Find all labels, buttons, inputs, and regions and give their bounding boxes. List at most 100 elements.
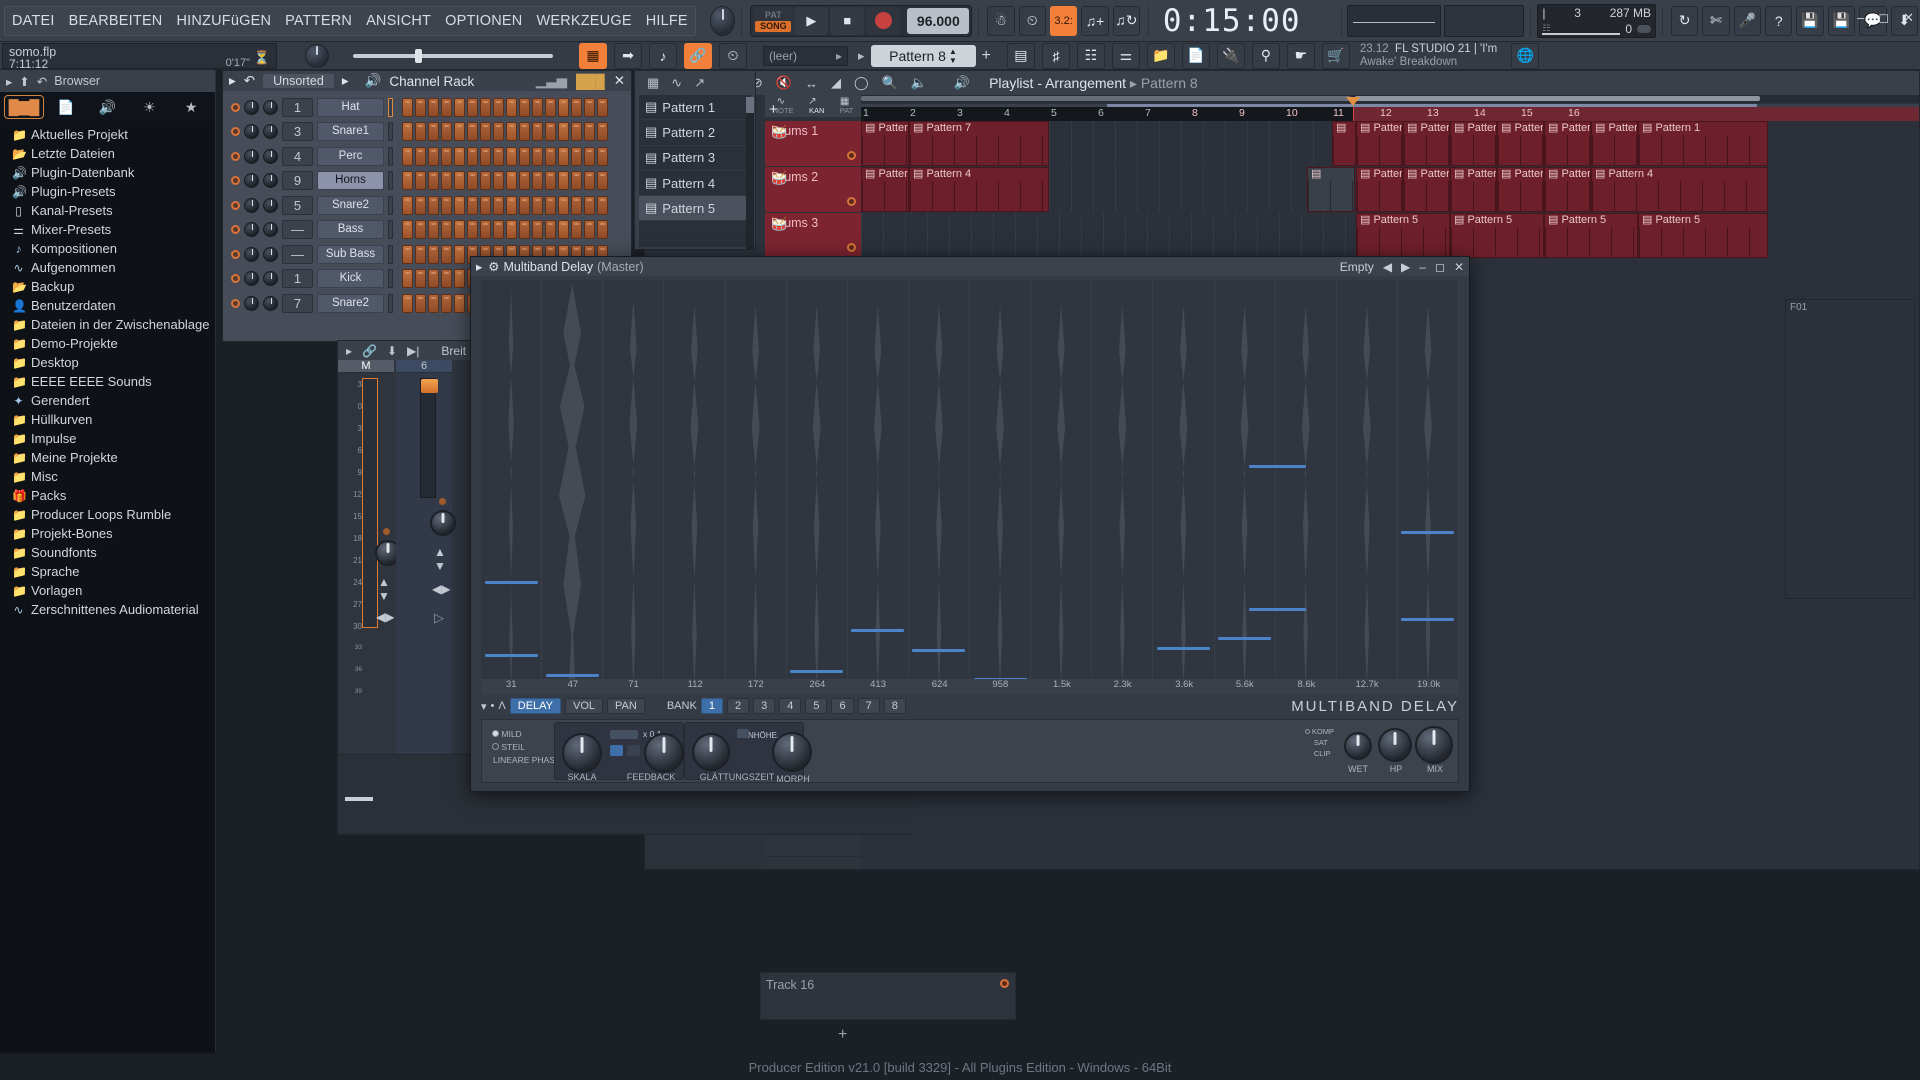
menu-items[interactable]: DATEI BEARBEITEN HINZUFüGEN PATTERN ANSI… [4,5,696,36]
volume-knob[interactable] [263,197,278,213]
mixer-strip-6-stereo-icon[interactable]: ▲ ▼ [434,545,446,573]
browser-item-19[interactable]: 🎁 Packs [0,486,215,505]
pattern-item-4[interactable]: ▤ Pattern 4 [639,171,751,197]
clip-row2-a[interactable]: ▤ Pattern 4 [861,167,909,212]
channel-slot[interactable] [388,97,393,117]
shop-button[interactable]: 🛒 [1321,42,1350,69]
channel-mixer-number[interactable]: 7 [282,293,313,313]
band-col-4[interactable] [664,280,726,695]
plugin-picker-button[interactable]: 🔌 [1216,42,1245,69]
channel-row-hat[interactable]: 1 Hat [223,95,631,120]
browser-item-24[interactable]: 📁 Vorlagen [0,581,215,600]
slip-icon[interactable]: ↔ [805,76,818,91]
empty-preset-select[interactable]: (leer) ▸ [763,45,848,66]
export-icon[interactable]: ⬇ [387,344,397,358]
slice-icon[interactable]: ◢ [831,75,841,91]
glaettungszeit-knob[interactable] [692,733,730,771]
graph-editor-icon[interactable]: ▁▃▅ [536,73,567,89]
band-level-13[interactable] [1218,636,1272,640]
sort-select[interactable]: Unsorted [263,74,334,88]
undo-button[interactable]: ↻ [1670,5,1699,36]
close-icon[interactable]: ✕ [1454,260,1464,274]
menu-pattern[interactable]: PATTERN [278,7,359,35]
mix-knob[interactable] [1415,726,1453,764]
channel-mixer-number[interactable]: — [282,244,313,264]
browser-item-23[interactable]: 📁 Sprache [0,562,215,581]
mixer-strip-master-name[interactable]: M [338,360,394,373]
mixer-strip-6-route-icon[interactable]: ▷ [434,610,444,626]
band-col-14[interactable] [1249,280,1337,695]
track-drums-3[interactable]: Drums 3 🥁 [765,213,861,259]
channel-enable-led[interactable] [231,225,240,235]
clip-row1-f[interactable]: ▤ Pattern 1 [1450,121,1497,166]
volume-knob[interactable] [263,148,278,164]
band-level-14b[interactable] [1249,607,1306,611]
dot-icon[interactable]: • [491,700,495,712]
track-record-led[interactable] [847,151,856,160]
mixer-strip-6-pan-icon[interactable]: ◀▶ [432,582,450,596]
band-col-11[interactable] [1092,280,1154,695]
mixer-width-label[interactable]: Breit [441,344,466,358]
pan-knob[interactable] [244,197,259,213]
volume-knob[interactable] [263,271,278,287]
browser-item-15[interactable]: 📁 Hüllkurven [0,410,215,429]
clip-row2-d[interactable]: ▤ Pattern 4 [1356,167,1403,212]
pattern-list[interactable]: ▤ Pattern 1 ▤ Pattern 2 ▤ Pattern 3 ▤ Patter… [639,95,751,247]
bank-5[interactable]: 5 [805,698,828,714]
clip-row1-h[interactable]: ▤ Pattern 1 [1544,121,1591,166]
typing-keyboard-button[interactable]: ♫+ [1081,5,1109,36]
browser-button[interactable]: 📁 [1146,42,1175,69]
clip-row2-b[interactable]: ▤ Pattern 4 [909,167,1049,212]
mute-icon[interactable]: 🔇 [776,75,792,91]
channel-name-hat[interactable]: Hat [317,97,384,117]
feedback-knob[interactable] [644,733,684,773]
automation-icon[interactable]: ↗ [694,75,705,91]
stop-button[interactable]: ■ [830,6,865,35]
clip-row2-g[interactable]: ▤ Pattern 4 [1497,167,1544,212]
chevron-right-icon[interactable]: ▸ [229,73,236,89]
filter-mode-steil[interactable]: STEIL [492,741,561,754]
empty-measures-row3[interactable] [861,213,1355,258]
band-col-7[interactable] [848,280,909,695]
volume-knob[interactable] [263,99,278,115]
bank-6[interactable]: 6 [831,698,854,714]
pattern-song-toggle[interactable]: PAT SONG [753,6,794,35]
browser-tab-plugin[interactable]: 🔊 [88,95,128,119]
record-button[interactable] [866,6,901,35]
browser-item-8[interactable]: 📂 Backup [0,277,215,296]
menu-hilfe[interactable]: HILFE [639,7,695,35]
pattern-selector[interactable]: Pattern 8 ▲ ▼ [870,44,976,67]
browser-item-2[interactable]: 🔊 Plugin-Datenbank [0,163,215,182]
play-button[interactable]: ▶ [794,6,829,35]
step-sequence-bass[interactable] [402,220,608,240]
browser-item-6[interactable]: ♪ Kompositionen [0,239,215,258]
channel-name-snare2b[interactable]: Snare2 [317,293,384,313]
band-col-2[interactable] [542,280,604,695]
save-as-button[interactable]: 💾 [1827,5,1856,36]
wet-knob[interactable] [1344,732,1372,760]
zoom-icon[interactable]: 🔍 [882,75,898,91]
menu-optionen[interactable]: OPTIONEN [438,7,529,35]
waveform-icon[interactable]: ∿ [671,75,682,91]
track-drums-1[interactable]: Drums 1 🥁 [765,121,861,167]
clip-row3-b[interactable]: ▤ Pattern 5 [1450,213,1544,258]
track-record-led[interactable] [847,197,856,206]
band-level-1b[interactable] [484,653,538,657]
play-icon[interactable]: ▶| [407,344,419,358]
menu-bearbeiten[interactable]: BEARBEITEN [62,7,170,35]
automation-mode-icon[interactable]: ↗ [808,96,816,107]
clip-row2-c[interactable]: ▤ [1307,167,1355,212]
chevron-right-icon[interactable]: ▸ [6,74,12,89]
track-record-led[interactable] [847,243,856,252]
clip-row2-e[interactable]: ▤ Pattern 4 [1403,167,1450,212]
master-volume-knob[interactable] [709,5,736,36]
clip-row1-b[interactable]: ▤ Pattern 7 [909,121,1049,166]
piano-roll-button[interactable]: ♯ [1041,42,1070,69]
gear-icon[interactable]: ⚙ [488,259,499,274]
band-level-14[interactable] [1249,464,1306,468]
empty-measures-row2[interactable] [1049,167,1307,212]
clip-row3-c[interactable]: ▤ Pattern 5 [1544,213,1638,258]
pattern-add-icon[interactable]: + [982,47,991,65]
pan-knob[interactable] [244,99,259,115]
bank-4[interactable]: 4 [779,698,802,714]
